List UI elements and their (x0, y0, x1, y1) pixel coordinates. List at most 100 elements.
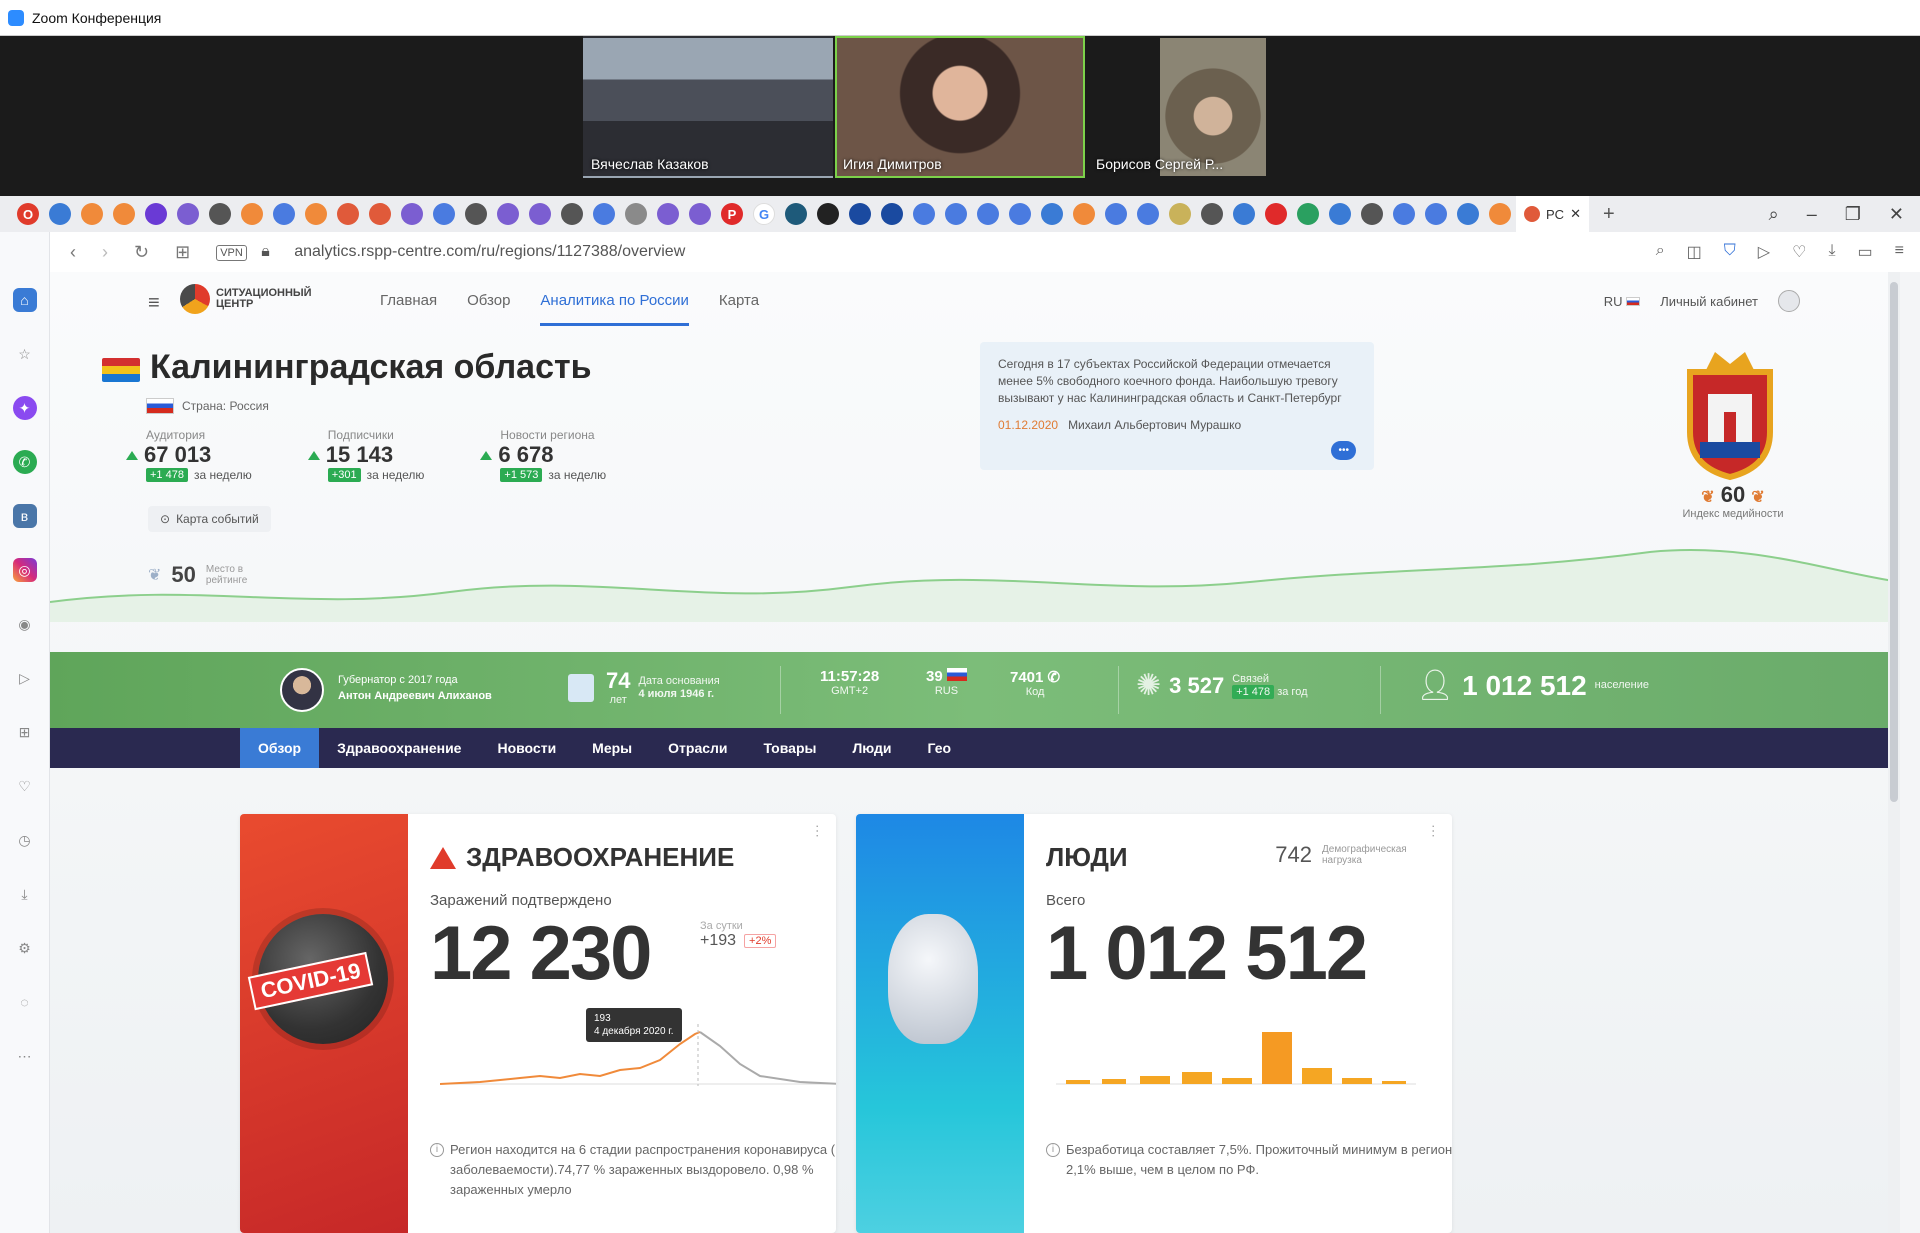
download-icon[interactable]: ⤓ (1828, 242, 1835, 262)
send-icon[interactable]: ▷ (1758, 242, 1770, 262)
people-card[interactable]: ЛЮДИ 742 Демографическая нагрузка Всего … (856, 814, 1452, 1233)
tab-favicon[interactable] (1361, 203, 1383, 225)
back-icon[interactable]: ‹ (70, 242, 76, 263)
tab-favicon[interactable] (1297, 203, 1319, 225)
google-icon[interactable]: G (753, 203, 775, 225)
tab-favicon[interactable] (977, 203, 999, 225)
settings-icon[interactable]: ⚙ (13, 936, 37, 960)
tab-favicon[interactable] (209, 203, 231, 225)
player-icon[interactable]: ◉ (13, 612, 37, 636)
lightbulb-icon[interactable]: ◌ (13, 990, 37, 1014)
history-icon[interactable]: ◷ (13, 828, 37, 852)
tab-favicon[interactable] (1137, 203, 1159, 225)
downloads-icon[interactable]: ⤓ (13, 882, 37, 906)
tab-favicon[interactable] (273, 203, 295, 225)
tab-favicon[interactable] (465, 203, 487, 225)
tab-favicon[interactable] (433, 203, 455, 225)
connections[interactable]: ✺ 3 527 Связей +1 478 за год (1136, 668, 1308, 703)
forward-icon[interactable]: › (102, 242, 108, 263)
tab-people[interactable]: Люди (834, 728, 909, 768)
minimize-icon[interactable]: – (1807, 204, 1817, 225)
video-tile-2[interactable]: Игия Димитров (835, 36, 1085, 178)
more-icon[interactable]: ⋯ (13, 1044, 37, 1068)
battery-icon[interactable]: ▭ (1858, 242, 1873, 262)
tab-favicon[interactable] (305, 203, 327, 225)
tab-favicon[interactable] (625, 203, 647, 225)
tab-favicon[interactable] (785, 203, 807, 225)
hamburger-menu-icon[interactable]: ≡ (148, 292, 160, 315)
tab-favicon[interactable] (1201, 203, 1223, 225)
vpn-badge[interactable]: VPN (216, 245, 247, 261)
opera-logo-icon[interactable]: O (17, 203, 39, 225)
tab-favicon[interactable] (817, 203, 839, 225)
video-tile-3[interactable]: Борисов Сергей Р... (1088, 36, 1338, 178)
messenger-icon[interactable]: ✦ (12, 396, 37, 420)
send-sidebar-icon[interactable]: ▷ (13, 666, 37, 690)
tab-favicon[interactable] (81, 203, 103, 225)
governor-name[interactable]: Антон Андреевич Алиханов (338, 688, 492, 704)
tab-favicon[interactable] (241, 203, 263, 225)
tab-favicon[interactable] (497, 203, 519, 225)
menu-icon[interactable]: ≡ (1895, 242, 1904, 262)
account-link[interactable]: Личный кабинет (1660, 294, 1758, 309)
tab-measures[interactable]: Меры (574, 728, 650, 768)
tab-favicon[interactable] (369, 203, 391, 225)
zoom-icon[interactable]: ⌕ (1656, 242, 1665, 262)
governor-avatar[interactable] (280, 668, 324, 712)
new-tab-icon[interactable]: + (1603, 203, 1615, 226)
tab-favicon[interactable] (1393, 203, 1415, 225)
nav-russia-analytics[interactable]: Аналитика по России (540, 292, 689, 326)
tab-favicon[interactable] (401, 203, 423, 225)
page-scrollbar[interactable] (1888, 272, 1900, 1233)
favorites-icon[interactable]: ♡ (13, 774, 37, 798)
card-menu-icon[interactable]: ⋯ (1426, 824, 1442, 838)
tab-favicon[interactable] (1233, 203, 1255, 225)
tabs-grid-icon[interactable]: ⊞ (175, 242, 190, 263)
user-avatar-icon[interactable] (1778, 290, 1800, 312)
tab-favicon[interactable] (561, 203, 583, 225)
bookmark-icon[interactable]: ☆ (13, 342, 37, 366)
tab-overview[interactable]: Обзор (240, 728, 320, 768)
tab-goods[interactable]: Товары (746, 728, 835, 768)
site-logo[interactable]: СИТУАЦИОННЫЙ ЦЕНТР (180, 284, 312, 314)
close-tab-icon[interactable]: ✕ (1570, 206, 1581, 222)
tab-favicon[interactable] (849, 203, 871, 225)
nav-overview[interactable]: Обзор (467, 292, 510, 309)
url-field[interactable]: VPN 🔒︎ analytics.rspp-centre.com/ru/regi… (216, 243, 685, 261)
tab-healthcare[interactable]: Здравоохранение (319, 728, 479, 768)
tab-favicon[interactable] (1425, 203, 1447, 225)
tab-favicon[interactable] (1457, 203, 1479, 225)
close-window-icon[interactable]: ✕ (1889, 204, 1904, 225)
reload-icon[interactable]: ↻ (134, 242, 149, 263)
tab-favicon[interactable] (913, 203, 935, 225)
tab-favicon[interactable] (689, 203, 711, 225)
tab-favicon[interactable] (1041, 203, 1063, 225)
tab-favicon[interactable] (145, 203, 167, 225)
age-distribution-chart[interactable] (1056, 1004, 1416, 1104)
language-selector[interactable]: RU (1604, 294, 1641, 309)
whatsapp-icon[interactable]: ✆ (12, 450, 37, 474)
tab-favicon[interactable] (1329, 203, 1351, 225)
tab-industries[interactable]: Отрасли (650, 728, 745, 768)
tab-favicon[interactable] (529, 203, 551, 225)
scrollbar-thumb[interactable] (1890, 282, 1898, 802)
tab-favicon[interactable] (1489, 203, 1511, 225)
healthcare-card[interactable]: COVID-19 ЗДРАВООХРАНЕНИЕ Заражений подтв… (240, 814, 836, 1233)
camera-icon[interactable]: ◫ (1687, 242, 1702, 262)
search-tabs-icon[interactable]: ⌕ (1769, 204, 1779, 225)
nav-home[interactable]: Главная (380, 292, 437, 309)
tab-favicon[interactable] (1169, 203, 1191, 225)
tab-favicon[interactable] (1009, 203, 1031, 225)
home-icon[interactable]: ⌂ (12, 288, 37, 312)
tab-favicon[interactable] (1105, 203, 1127, 225)
tab-favicon[interactable] (1073, 203, 1095, 225)
tab-favicon[interactable] (593, 203, 615, 225)
tab-geo[interactable]: Гео (910, 728, 970, 768)
tab-favicon[interactable] (945, 203, 967, 225)
tab-favicon[interactable] (177, 203, 199, 225)
restore-icon[interactable]: ❐ (1845, 204, 1861, 225)
shield-icon[interactable]: ⛉ (1724, 242, 1736, 262)
heart-icon[interactable]: ♡ (1792, 242, 1806, 262)
tab-favicon[interactable] (881, 203, 903, 225)
apps-icon[interactable]: ⊞ (13, 720, 37, 744)
